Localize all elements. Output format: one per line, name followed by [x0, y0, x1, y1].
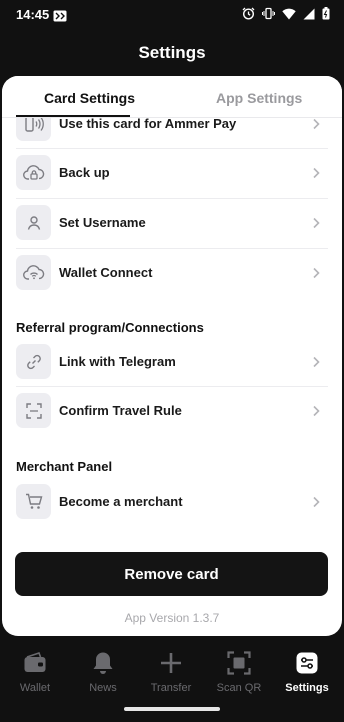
section-title-merchant: Merchant Panel: [16, 459, 113, 474]
chevron-right-icon: [312, 266, 320, 284]
cart-icon: [16, 484, 51, 519]
row-label: Set Username: [59, 215, 146, 230]
row-label: Link with Telegram: [59, 354, 176, 369]
home-indicator[interactable]: [124, 707, 220, 711]
alarm-icon: [242, 7, 255, 25]
notification-icon: [53, 9, 67, 27]
app-version: App Version 1.3.7: [124, 611, 220, 625]
row-label: Wallet Connect: [59, 265, 153, 280]
row-set-username[interactable]: Set Username: [16, 199, 328, 247]
remove-card-button[interactable]: Remove card: [15, 552, 328, 596]
row-back-up[interactable]: Back up: [16, 149, 328, 197]
bottom-nav: Wallet News Transfer Scan QR Settings: [0, 640, 344, 700]
chevron-right-icon: [312, 355, 320, 373]
nav-wallet[interactable]: Wallet: [1, 650, 69, 694]
page-title: Settings: [138, 43, 206, 62]
nav-label: Wallet: [19, 682, 51, 694]
settings-sheet[interactable]: Use this card for Ammer Pay Back up Set …: [2, 76, 342, 636]
row-label: Confirm Travel Rule: [59, 403, 182, 418]
row-confirm-travel-rule[interactable]: Confirm Travel Rule: [16, 387, 328, 435]
nav-transfer[interactable]: Transfer: [137, 650, 205, 694]
chevron-right-icon: [312, 216, 320, 234]
nav-news[interactable]: News: [69, 650, 137, 694]
nav-scan-qr[interactable]: Scan QR: [205, 650, 273, 694]
wifi-icon: [282, 7, 296, 25]
chevron-right-icon: [312, 117, 320, 135]
bell-icon: [69, 650, 137, 676]
chevron-right-icon: [312, 166, 320, 184]
tabs-divider: [2, 117, 342, 118]
cloud-wifi-icon: [16, 255, 51, 290]
tab-card-settings[interactable]: Card Settings: [44, 90, 135, 106]
row-label: Back up: [59, 165, 110, 180]
nav-label: News: [89, 682, 117, 694]
chevron-right-icon: [312, 404, 320, 422]
section-title-referral: Referral program/Connections: [16, 320, 204, 335]
row-label: Become a merchant: [59, 494, 183, 509]
scan-frame-icon: [16, 393, 51, 428]
row-label: Use this card for Ammer Pay: [59, 116, 237, 131]
settings-tabs: Card Settings App Settings: [2, 76, 342, 118]
link-icon: [16, 344, 51, 379]
status-bar: 14:45: [0, 0, 344, 30]
user-icon: [16, 205, 51, 240]
status-icons: [242, 7, 330, 25]
vibrate-icon: [262, 7, 275, 25]
nav-label: Settings: [285, 682, 329, 694]
signal-icon: [303, 7, 315, 25]
nav-label: Transfer: [150, 682, 192, 694]
battery-icon: [322, 7, 330, 25]
row-link-telegram[interactable]: Link with Telegram: [16, 338, 328, 386]
settings-icon: [273, 650, 341, 676]
wallet-icon: [1, 650, 69, 676]
app-header: Settings: [0, 30, 344, 76]
row-wallet-connect[interactable]: Wallet Connect: [16, 249, 328, 297]
cloud-lock-icon: [16, 155, 51, 190]
scan-qr-icon: [205, 650, 273, 676]
row-become-merchant[interactable]: Become a merchant: [16, 478, 328, 526]
nav-label: Scan QR: [216, 682, 262, 694]
chevron-right-icon: [312, 495, 320, 513]
nav-settings[interactable]: Settings: [273, 650, 341, 694]
status-time: 14:45: [16, 7, 50, 22]
tab-app-settings[interactable]: App Settings: [216, 90, 302, 106]
plus-icon: [137, 650, 205, 676]
